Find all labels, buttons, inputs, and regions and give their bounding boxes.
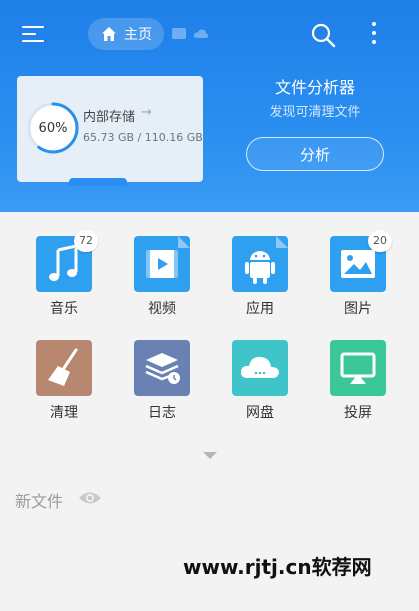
header-banner: 主页 60% 内部存储 → 65.73 GB / 110.16 GB 文件分析器…: [0, 0, 419, 212]
analyzer-subtitle: 发现可清理文件: [269, 105, 361, 120]
category-clean[interactable]: 清理: [24, 316, 104, 421]
category-label: 音乐: [50, 301, 78, 317]
log-icon: [134, 340, 190, 396]
expand-chevron-icon[interactable]: [203, 452, 217, 459]
image-count-badge: 20: [368, 230, 392, 252]
analyzer-title: 文件分析器: [274, 78, 355, 97]
category-cast[interactable]: 投屏: [318, 316, 398, 421]
message-icon[interactable]: [172, 28, 186, 39]
category-logs[interactable]: 日志: [122, 316, 202, 421]
category-grid: 72 音乐 视频 应用 20 图片 清理 日志 网盘 投屏: [0, 212, 419, 462]
storage-size: 65.73 GB / 110.16 GB: [83, 131, 203, 144]
category-label: 视频: [148, 301, 176, 317]
search-icon[interactable]: [310, 22, 336, 48]
top-bar: 主页: [0, 0, 419, 68]
category-apps[interactable]: 应用: [220, 212, 300, 317]
category-label: 图片: [344, 301, 372, 317]
new-files-title: 新文件: [15, 492, 64, 511]
video-icon: [134, 236, 190, 292]
category-label: 清理: [50, 405, 78, 421]
category-video[interactable]: 视频: [122, 212, 202, 317]
storage-title: 内部存储: [83, 110, 136, 125]
home-tab-button[interactable]: 主页: [88, 18, 164, 50]
category-cloud-drive[interactable]: 网盘: [220, 316, 300, 421]
cloud-drive-icon: [232, 340, 288, 396]
cast-icon: [330, 340, 386, 396]
menu-icon[interactable]: [22, 24, 46, 44]
home-tab-label: 主页: [124, 27, 152, 43]
analyze-button[interactable]: 分析: [246, 137, 384, 171]
home-icon: [102, 27, 116, 41]
storage-percent: 60%: [38, 120, 68, 136]
arrow-right-icon: →: [141, 105, 152, 120]
eye-icon[interactable]: [78, 490, 102, 506]
category-label: 应用: [246, 301, 274, 317]
category-images[interactable]: 20 图片: [318, 212, 398, 317]
android-icon: [232, 236, 288, 292]
watermark-text: www.rjtj.cn软荐网: [183, 555, 372, 579]
category-music[interactable]: 72 音乐: [24, 212, 104, 317]
cloud-icon[interactable]: [193, 28, 209, 39]
category-label: 日志: [148, 405, 176, 421]
category-label: 投屏: [344, 405, 372, 421]
category-label: 网盘: [246, 405, 274, 421]
internal-storage-card[interactable]: 60% 内部存储 → 65.73 GB / 110.16 GB: [17, 76, 203, 186]
music-count-badge: 72: [74, 230, 98, 252]
more-vertical-icon[interactable]: [365, 20, 383, 48]
broom-icon: [36, 340, 92, 396]
